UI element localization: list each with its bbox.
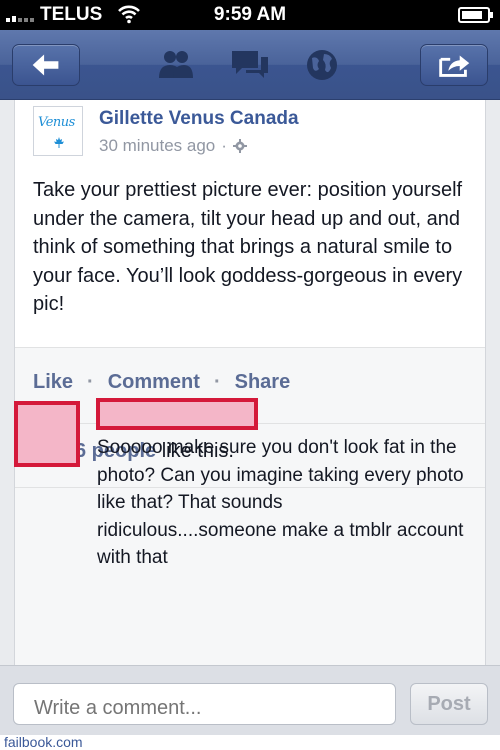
post-actions: Like · Comment · Share bbox=[33, 371, 290, 394]
share-button[interactable] bbox=[420, 44, 488, 86]
back-arrow-icon bbox=[32, 54, 59, 76]
page-name-link[interactable]: Gillette Venus Canada bbox=[99, 108, 299, 130]
post-button[interactable]: Post bbox=[410, 683, 488, 725]
page-avatar[interactable]: Venus bbox=[33, 106, 83, 156]
friends-icon[interactable] bbox=[156, 48, 196, 82]
status-bar: TELUS 9:59 AM bbox=[0, 0, 500, 30]
share-icon bbox=[439, 55, 470, 77]
post-card: Venus Gillette Venus Canada 30 minutes a… bbox=[14, 100, 486, 668]
actions-separator: · bbox=[87, 371, 94, 393]
share-link[interactable]: Share bbox=[235, 371, 291, 394]
like-link[interactable]: Like bbox=[33, 371, 73, 394]
redacted-commenter-avatar bbox=[14, 401, 80, 467]
messages-icon[interactable] bbox=[230, 48, 270, 82]
back-button[interactable] bbox=[12, 44, 80, 86]
comment-input[interactable] bbox=[13, 683, 396, 725]
venus-logo: Venus bbox=[38, 115, 75, 130]
nav-bar bbox=[0, 30, 500, 100]
actions-separator: · bbox=[213, 371, 221, 393]
globe-icon[interactable] bbox=[302, 48, 342, 82]
gear-icon[interactable] bbox=[232, 139, 247, 153]
redacted-commenter-name bbox=[96, 398, 258, 430]
meta-separator: · bbox=[221, 136, 227, 155]
maple-leaf-icon bbox=[54, 137, 64, 148]
battery-icon bbox=[458, 7, 493, 23]
comment-link[interactable]: Comment bbox=[108, 371, 200, 394]
post-meta: 30 minutes ago · bbox=[99, 136, 247, 156]
clock: 9:59 AM bbox=[213, 4, 287, 25]
post-timestamp[interactable]: 30 minutes ago bbox=[99, 136, 215, 156]
post-body: Take your prettiest picture ever: positi… bbox=[33, 179, 463, 315]
comment-composer: Post bbox=[0, 665, 500, 735]
watermark: failbook.com bbox=[4, 734, 83, 750]
comment-body: Sooooo make sure you don't look fat in t… bbox=[97, 437, 464, 568]
